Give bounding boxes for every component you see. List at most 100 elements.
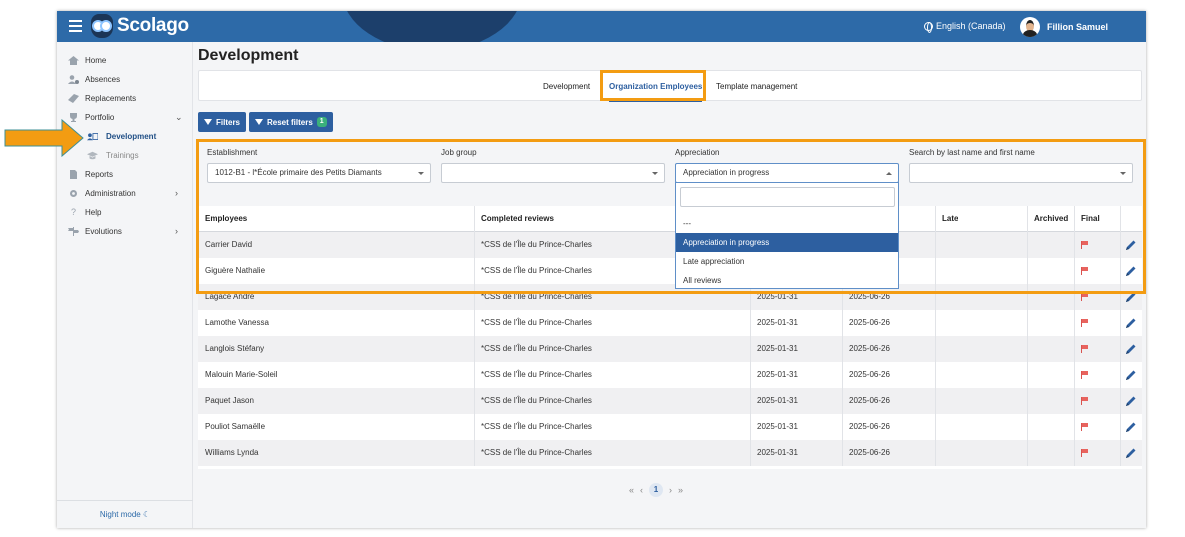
employee-name: Giguère Nathalie [205,266,266,275]
edit-pencil-icon[interactable] [1125,421,1137,433]
tab-template-management[interactable]: Template management [716,71,797,102]
employee-name: Malouin Marie-Soleil [205,370,278,379]
sidebar-item-label: Development [106,131,157,141]
sidebar-item-home[interactable]: Home [57,52,193,68]
organization: *CSS de l'Île du Prince-Charles [481,266,592,275]
edit-pencil-icon[interactable] [1125,291,1137,303]
organization: *CSS de l'Île du Prince-Charles [481,240,592,249]
column-divider [750,362,751,388]
home-icon [68,55,79,65]
sidebar-item-label: Evolutions [85,226,122,236]
sidebar-item-evolutions[interactable]: Evolutions › [57,223,193,239]
edit-pencil-icon[interactable] [1125,369,1137,381]
flag-icon [1081,293,1089,301]
tab-organization-employees[interactable]: Organization Employees [609,71,703,102]
col-employees[interactable]: Employees [205,206,247,232]
employee-name: Williams Lynda [205,448,259,457]
col-late[interactable]: Late [942,206,958,232]
organization: *CSS de l'Île du Prince-Charles [481,422,592,431]
column-divider [750,414,751,440]
dropdown-option[interactable]: All reviews [676,271,898,290]
reset-filters-button[interactable]: Reset filters 1 [249,112,333,132]
appreciation-select[interactable]: Appreciation in progress [675,163,899,183]
dropdown-option[interactable]: Late appreciation [676,252,898,271]
caret-down-icon [418,172,424,175]
prev-page-button[interactable]: ‹ [640,485,643,495]
name-search-select[interactable] [909,163,1133,183]
language-selector[interactable]: English (Canada) [924,21,1006,33]
col-final[interactable]: Final [1081,206,1100,232]
user-name: Fillion Samuel [1047,22,1109,32]
column-divider [1027,310,1028,336]
sidebar-item-absences[interactable]: Absences [57,71,193,87]
end-date: 2025-06-26 [849,422,890,431]
column-divider [935,440,936,466]
last-page-button[interactable]: » [678,485,683,495]
edit-pencil-icon[interactable] [1125,395,1137,407]
column-divider [474,258,475,284]
table-row: Langlois Stéfany *CSS de l'Île du Prince-… [198,336,1142,362]
edit-pencil-icon[interactable] [1125,343,1137,355]
edit-pencil-icon[interactable] [1125,447,1137,459]
job-group-select[interactable] [441,163,665,183]
edit-pencil-icon[interactable] [1125,317,1137,329]
user-menu[interactable]: Fillion Samuel [1020,17,1108,37]
owl-logo-icon [91,14,113,38]
sidebar-item-label: Trainings [106,150,139,160]
graduation-cap-icon [87,151,98,159]
filters-button-label: Filters [216,117,241,127]
first-page-button[interactable]: « [629,485,634,495]
column-divider [1074,336,1075,362]
night-mode-toggle[interactable]: Night mode ☾ [57,500,193,528]
column-divider [1074,362,1075,388]
table-row: Lamothe Vanessa *CSS de l'Île du Prince-C… [198,310,1142,336]
column-divider [1120,232,1121,258]
tab-development[interactable]: Development [543,71,590,102]
gear-icon [70,189,77,197]
establishment-select[interactable]: 1012-B1 - l*École primaire des Petits Di… [207,163,431,183]
column-divider [1120,362,1121,388]
column-divider [1027,362,1028,388]
globe-icon [924,21,933,33]
chevron-down-icon: ⌄ [175,111,183,122]
column-divider [1120,440,1121,466]
employee-name: Paquet Jason [205,396,254,405]
filters-button[interactable]: Filters [198,112,247,132]
edit-pencil-icon[interactable] [1125,265,1137,277]
sidebar-item-help[interactable]: ? Help [57,204,193,220]
employees-table: Employees Completed reviews Late Archive… [198,206,1142,469]
column-divider [935,362,936,388]
col-completed-reviews[interactable]: Completed reviews [481,206,554,232]
dropdown-search-input[interactable] [680,187,895,207]
edit-pencil-icon[interactable] [1125,239,1137,251]
dropdown-option[interactable]: --- [676,214,898,233]
column-divider [1027,414,1028,440]
column-divider [1074,414,1075,440]
sidebar-item-reports[interactable]: Reports [57,166,193,182]
start-date: 2025-01-31 [757,448,798,457]
flag-icon [1081,397,1089,405]
column-divider [935,284,936,310]
column-divider [935,388,936,414]
column-divider [750,310,751,336]
current-page-button[interactable]: 1 [649,483,664,497]
col-archived[interactable]: Archived [1034,206,1068,232]
sidebar-item-replacements[interactable]: Replacements [57,90,193,106]
column-divider [1027,284,1028,310]
caret-down-icon [652,172,658,175]
funnel-reset-icon [255,119,263,125]
column-divider [1120,388,1121,414]
next-page-button[interactable]: › [669,485,672,495]
column-divider [750,440,751,466]
column-divider [1027,232,1028,258]
search-label: Search by last name and first name [909,148,1035,157]
hamburger-menu-icon[interactable] [69,20,82,32]
app-window: Scolago English (Canada) Fillion Samuel … [57,11,1146,528]
column-divider [1120,336,1121,362]
reset-filters-label: Reset filters [267,117,313,127]
sidebar-item-administration[interactable]: Administration › [57,185,193,201]
column-divider [1120,284,1121,310]
flag-icon [1081,241,1089,249]
dropdown-option-selected[interactable]: Appreciation in progress [676,233,898,252]
filters-panel: Establishment 1012-B1 - l*École primaire… [198,141,1142,203]
